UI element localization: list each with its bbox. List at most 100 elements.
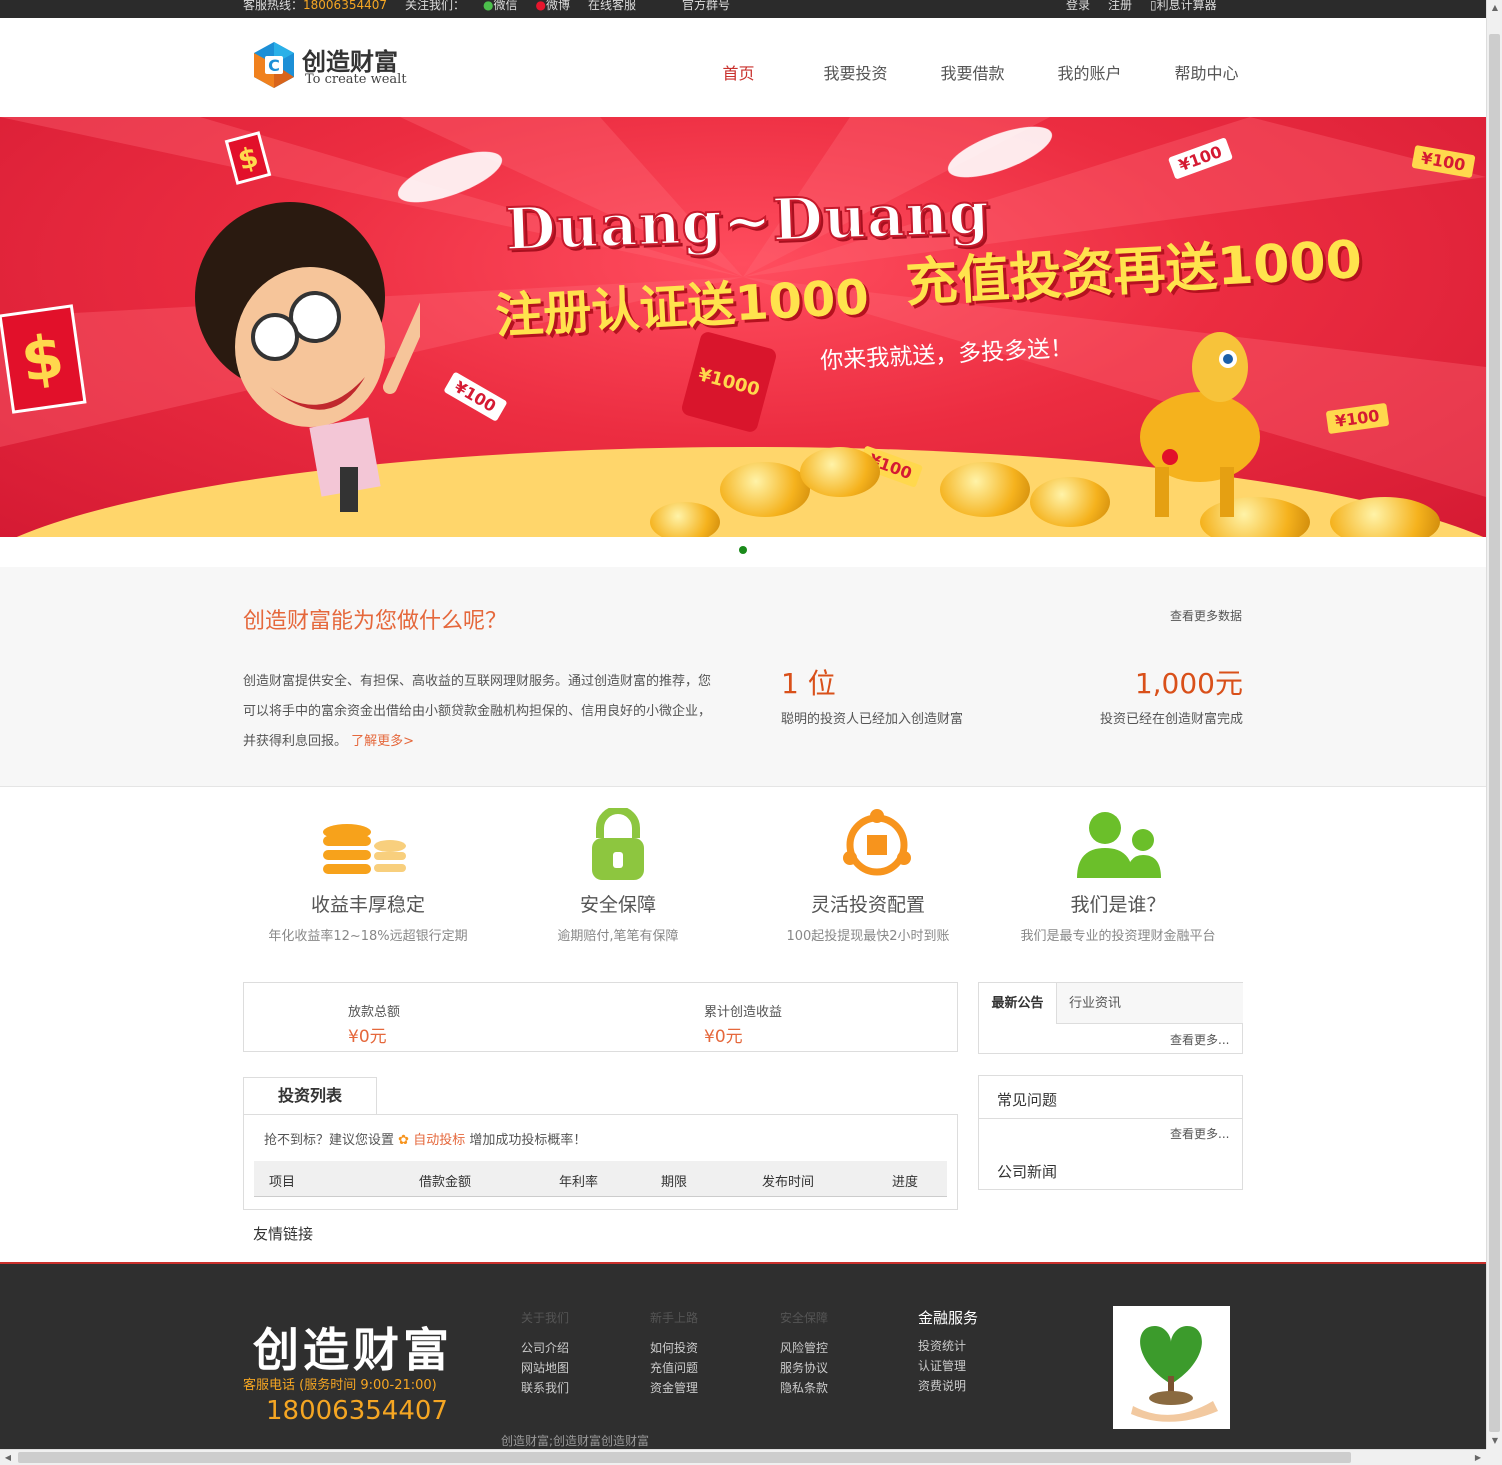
income-total-value: ¥0元 [704,1027,743,1047]
wechat-link[interactable]: ●微信 [483,0,518,13]
coins-icon [323,824,406,874]
footer-col-title: 金融服务 [918,1309,979,1327]
footer-hotline: 18006354407 [266,1396,448,1426]
intro-question: 创造财富能为您做什么呢？ [243,609,508,634]
calculator-icon: ▯ [1150,0,1157,12]
footer-col-newbie: 新手上路 如何投资 充值问题 资金管理 [650,1308,698,1398]
column-header: 发布时间 [762,1175,815,1190]
horizontal-scroll-thumb[interactable] [18,1452,1351,1463]
scroll-down-icon[interactable]: ▼ [1487,1433,1502,1449]
nav-home[interactable]: 首页 [680,60,797,84]
footer-link[interactable]: 如何投资 [650,1338,698,1358]
top-bar: 客服热线：18006354407 关注我们： ●微信 ●微博 在线客服 官方群号… [0,0,1486,18]
footer-brand: 创造财富 [253,1323,453,1377]
tab-announcements[interactable]: 最新公告 [979,983,1057,1024]
golden-goat-illustration [1140,332,1260,517]
promo-banner[interactable]: $ $ Duang~Duang 注册认证送1000 充值投资再送1000 你来我… [0,117,1486,537]
footer-col-finance: 金融服务 投资统计 认证管理 资费说明 [910,1308,978,1396]
footer-link[interactable]: 公司介绍 [521,1338,569,1358]
feature-about[interactable]: 我们是谁？ 我们是最专业的投资理财金融平台 [993,800,1243,944]
income-total: 累计创造收益 ¥0元 [704,1001,782,1047]
stat-investors-value: 1 位 [781,667,836,700]
lock-icon [592,808,644,880]
auto-bid-link[interactable]: 自动投标 [413,1133,465,1148]
features-row: 收益丰厚稳定 年化收益率12~18%远超银行定期 安全保障 逾期赔付,笔笔有保障 [243,800,1243,960]
news-tabs-panel: 最新公告 行业资讯 查看更多... [978,982,1243,1054]
auto-bid-tip: 抢不到标？建议您设置 ✿ 自动投标 增加成功投标概率！ [264,1133,587,1148]
online-service-link[interactable]: 在线客服 [588,0,636,13]
feature-subtitle: 我们是最专业的投资理财金融平台 [1020,929,1216,944]
official-account-link[interactable]: 官方群号 [682,0,730,13]
intro-section: 创造财富能为您做什么呢？ 查看更多数据 创造财富提供安全、有担保、高收益的互联网… [0,567,1486,787]
friend-links: 友情链接 [243,1212,1243,1262]
scroll-left-icon[interactable]: ◀ [0,1450,16,1465]
register-link[interactable]: 注册 [1108,0,1132,13]
tab-invest-list[interactable]: 投资列表 [243,1077,377,1115]
footer-link[interactable]: 认证管理 [910,1356,978,1376]
footer-link[interactable]: 资金管理 [650,1378,698,1398]
feature-subtitle: 逾期赔付,笔笔有保障 [557,929,679,944]
more-data-link[interactable]: 查看更多数据 [1170,607,1242,624]
nav-account[interactable]: 我的账户 [1031,60,1148,84]
footer-link[interactable]: 服务协议 [780,1358,828,1378]
scroll-right-icon[interactable]: ▶ [1470,1450,1486,1465]
faq-panel: 常见问题 查看更多... 公司新闻 [978,1075,1243,1190]
nav-help[interactable]: 帮助中心 [1148,60,1265,84]
header: C 创造财富 To create wealt 首页 我要投资 我要借款 我的账户… [0,18,1486,117]
loan-total-label: 放款总额 [348,1005,401,1020]
main-nav: 首页 我要投资 我要借款 我的账户 帮助中心 [680,60,1265,84]
vertical-scrollbar[interactable]: ▲ ▼ [1486,0,1502,1449]
faq-title[interactable]: 常见问题 [997,1089,1057,1110]
footer-link[interactable]: 风险管控 [780,1338,828,1358]
login-link[interactable]: 登录 [1066,0,1090,13]
footer-link[interactable]: 隐私条款 [780,1378,828,1398]
horizontal-scrollbar[interactable]: ◀ ▶ [0,1449,1486,1465]
feature-subtitle: 100起投提现最快2小时到账 [786,929,950,944]
nav-invest[interactable]: 我要投资 [797,60,914,84]
scrollbar-corner [1486,1449,1502,1465]
vertical-scroll-thumb[interactable] [1489,34,1500,1432]
footer-link[interactable]: 充值问题 [650,1358,698,1378]
learn-more-link[interactable]: 了解更多> [351,734,414,749]
footer-hotline-label: 客服电话 (服务时间 9:00-21:00) [243,1378,437,1393]
nav-borrow[interactable]: 我要借款 [914,60,1031,84]
gold-ingot [720,462,810,517]
banner-pager-dot[interactable] [739,546,747,554]
heart-tree-image [1113,1306,1230,1429]
stat-amount-label: 投资已经在创造财富完成 [1099,712,1243,727]
totals-panel: 放款总额 ¥0元 累计创造收益 ¥0元 [243,982,958,1052]
feature-title: 灵活投资配置 [810,894,925,916]
logo[interactable]: C 创造财富 To create wealt [250,40,420,92]
footer-link[interactable]: 联系我们 [521,1378,569,1398]
network-icon [843,809,911,876]
heart-tree-icon [1131,1326,1218,1422]
feature-title: 安全保障 [579,894,656,916]
footer-col-title: 关于我们 [521,1311,570,1325]
news-more-link[interactable]: 查看更多... [1170,1031,1229,1048]
page: 客服热线：18006354407 关注我们： ●微信 ●微博 在线客服 官方群号… [0,0,1502,1465]
footer-link[interactable]: 投资统计 [910,1336,978,1356]
company-news-title[interactable]: 公司新闻 [997,1161,1057,1182]
feature-title: 收益丰厚稳定 [310,894,425,916]
logo-icon: C [254,42,294,88]
tab-industry-news[interactable]: 行业资讯 [1057,983,1243,1024]
gold-ingot [650,502,720,537]
scroll-up-icon[interactable]: ▲ [1487,0,1502,16]
feature-subtitle: 年化收益率12~18%远超银行定期 [268,929,468,944]
feature-security[interactable]: 安全保障 逾期赔付,笔笔有保障 [493,800,743,944]
people-icon [1077,812,1161,878]
stat-amount-value: 1,000元 [1134,667,1243,700]
hotline-number: 18006354407 [303,0,387,12]
footer-col-title: 安全保障 [780,1311,829,1325]
wechat-icon: ● [483,0,494,12]
footer-link[interactable]: 资费说明 [910,1376,978,1396]
column-header: 进度 [892,1175,919,1190]
column-header: 年利率 [559,1175,599,1190]
footer-link[interactable]: 网站地图 [521,1358,569,1378]
calculator-link[interactable]: ▯利息计算器 [1150,0,1217,13]
faq-more-link[interactable]: 查看更多... [1170,1125,1229,1142]
weibo-link[interactable]: ●微博 [536,0,571,13]
income-total-label: 累计创造收益 [704,1005,783,1020]
feature-returns[interactable]: 收益丰厚稳定 年化收益率12~18%远超银行定期 [243,800,493,944]
feature-flexible[interactable]: 灵活投资配置 100起投提现最快2小时到账 [743,800,993,944]
